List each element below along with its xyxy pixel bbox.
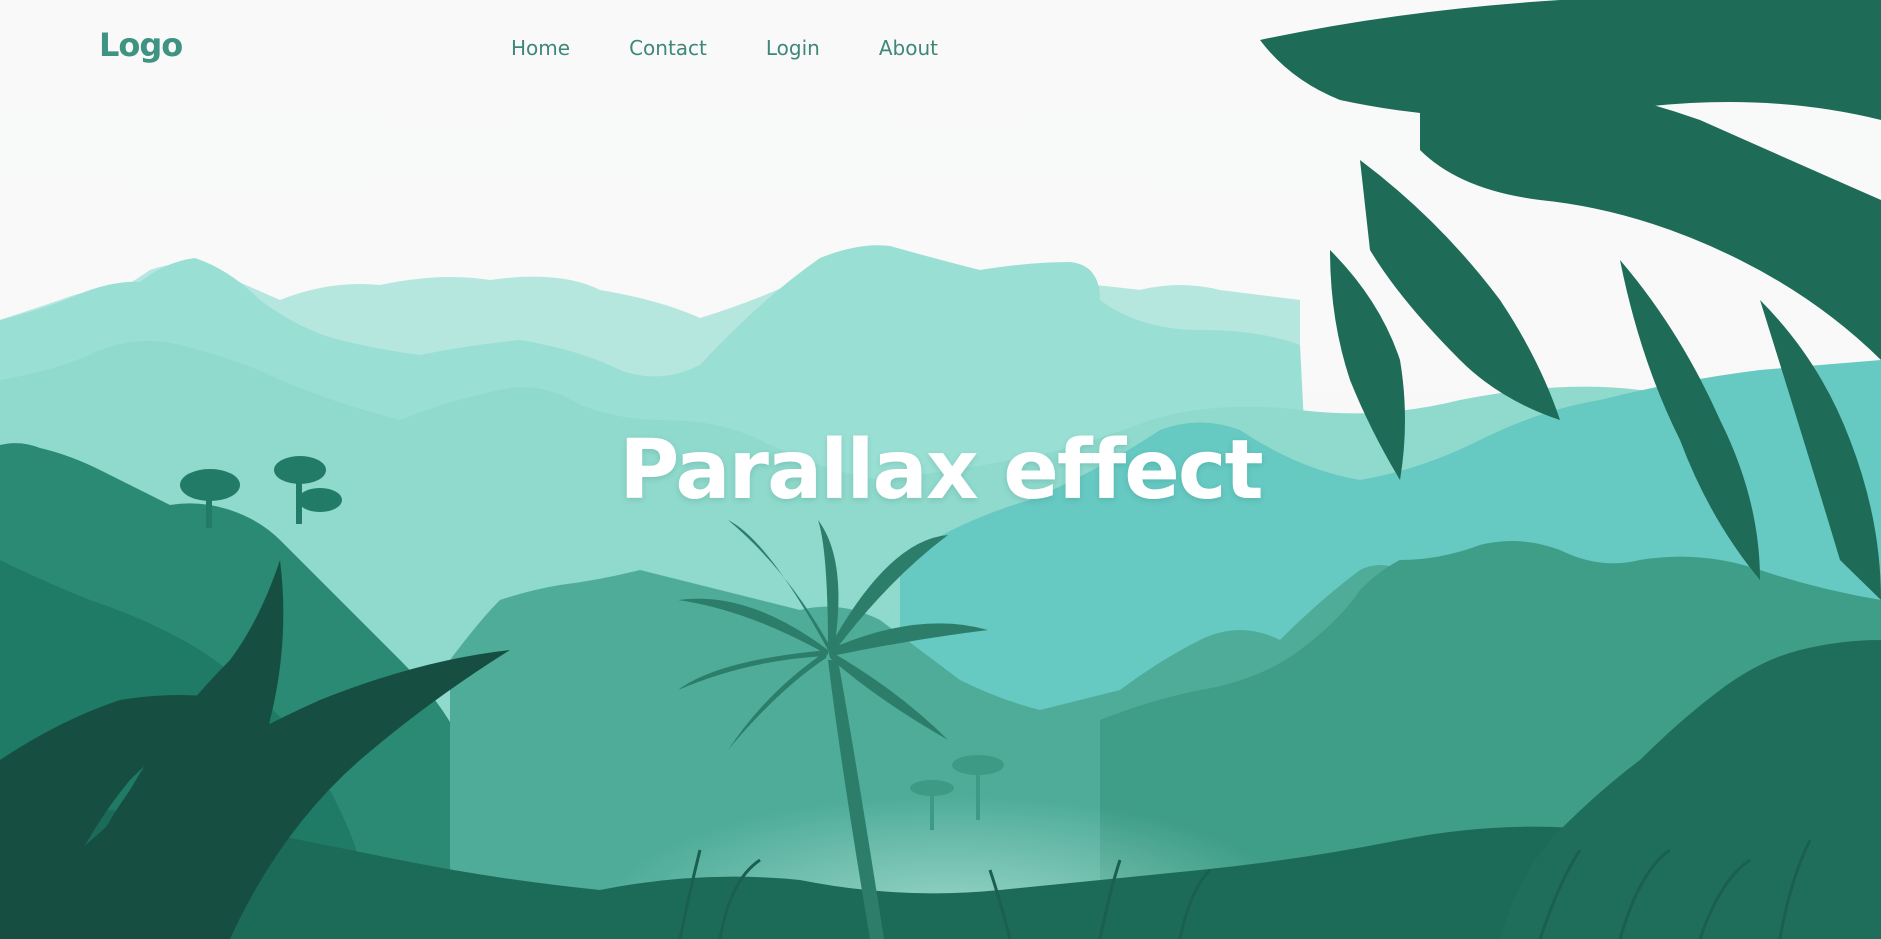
main-nav: Home Contact Login About: [511, 36, 938, 60]
nav-link-login[interactable]: Login: [766, 36, 820, 60]
nav-link-home[interactable]: Home: [511, 36, 570, 60]
hero-title: Parallax effect: [619, 423, 1263, 518]
nav-link-contact[interactable]: Contact: [629, 36, 707, 60]
nav-link-about[interactable]: About: [879, 36, 938, 60]
top-navigation-bar: Logo Home Contact Login About: [0, 0, 1881, 100]
site-logo[interactable]: Logo: [99, 26, 183, 64]
